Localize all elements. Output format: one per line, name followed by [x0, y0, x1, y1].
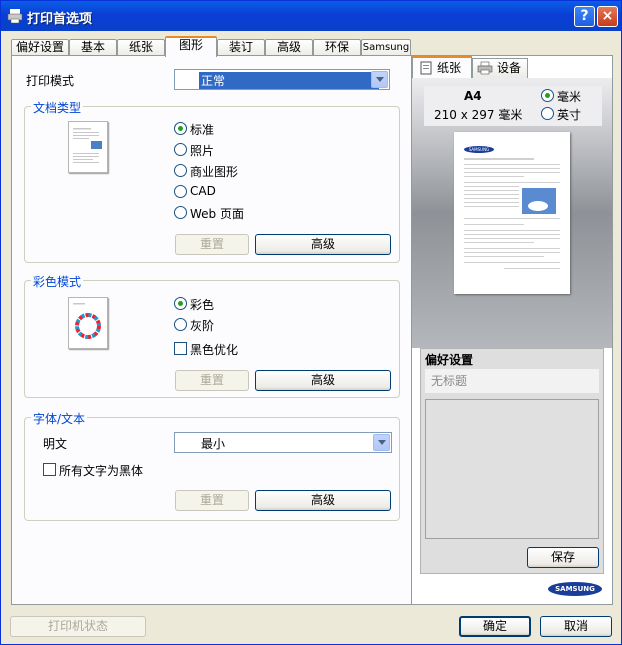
- plain-text-label: 明文: [43, 437, 68, 451]
- doc-type-cad-label: CAD: [190, 184, 216, 198]
- doc-type-standard-radio[interactable]: [174, 122, 187, 135]
- page-content-lines: [464, 158, 560, 269]
- printer-icon: [7, 9, 23, 24]
- all-text-black-checkbox[interactable]: [43, 463, 56, 476]
- paper-size: A4: [464, 89, 482, 103]
- color-mode-grayscale-label: 灰阶: [190, 319, 215, 333]
- tab-paper[interactable]: 纸张: [117, 39, 165, 56]
- page-brand-logo: SAMSUNG: [464, 146, 494, 153]
- doc-type-business-graphics-label: 商业图形: [190, 165, 239, 179]
- paper-icon: [420, 61, 432, 75]
- all-text-black-label: 所有文字为黑体: [59, 464, 144, 478]
- tab-preferences[interactable]: 偏好设置: [11, 39, 69, 56]
- black-optimization-label: 黑色优化: [190, 343, 239, 357]
- doc-type-group: 文档类型 标准 照片 商业图形 CAD Web 页面 重置 高级: [24, 99, 400, 263]
- doc-type-photo-radio[interactable]: [174, 143, 187, 156]
- paper-info-box: A4 210 x 297 毫米 毫米 英寸: [424, 86, 602, 126]
- unit-inch-radio[interactable]: [541, 107, 554, 120]
- title-bar[interactable]: 打印首选项 ? ×: [1, 1, 621, 31]
- cancel-button[interactable]: 取消: [540, 616, 612, 637]
- font-reset-button[interactable]: 重置: [175, 490, 249, 511]
- color-mode-reset-button[interactable]: 重置: [175, 370, 249, 391]
- doc-type-reset-button[interactable]: 重置: [175, 234, 249, 255]
- save-favorite-button[interactable]: 保存: [527, 547, 599, 568]
- printer-status-button[interactable]: 打印机状态: [10, 616, 146, 637]
- tab-preview-paper[interactable]: 纸张: [412, 56, 472, 78]
- samsung-logo: SAMSUNG: [548, 582, 602, 596]
- print-mode-select[interactable]: 正常: [174, 69, 390, 90]
- plain-text-value: 最小: [201, 437, 226, 451]
- printer-icon: [477, 61, 493, 75]
- doc-type-advanced-button[interactable]: 高级: [255, 234, 391, 255]
- font-advanced-button[interactable]: 高级: [255, 490, 391, 511]
- color-mode-advanced-button[interactable]: 高级: [255, 370, 391, 391]
- page-preview: SAMSUNG: [454, 132, 570, 294]
- paper-dimensions: 210 x 297 毫米: [434, 108, 523, 122]
- tab-eco[interactable]: 环保: [313, 39, 361, 56]
- graphics-panel: 打印模式 正常 文档类型 标准 照片 商业图形 CAD Web 页面 重置 高级: [11, 55, 412, 605]
- tab-samsung[interactable]: Samsung: [361, 39, 411, 56]
- chevron-down-icon[interactable]: [371, 71, 388, 88]
- unit-mm-radio[interactable]: [541, 89, 554, 102]
- document-thumbnail-icon: [68, 121, 108, 173]
- print-preferences-window: 打印首选项 ? × 偏好设置 基本 纸张 图形 装订 高级 环保 Samsung…: [0, 0, 622, 645]
- preview-panel: 纸张 设备 A4 210 x 297 毫米 毫米 英寸 SAMSUNG 偏好设置…: [411, 55, 613, 605]
- window-title: 打印首选项: [27, 12, 93, 27]
- favorites-list[interactable]: [425, 399, 599, 539]
- color-mode-title: 彩色模式: [31, 273, 84, 290]
- doc-type-standard-label: 标准: [190, 123, 215, 137]
- color-mode-color-label: 彩色: [190, 298, 215, 312]
- footer-separator: [1, 607, 621, 608]
- black-optimization-checkbox[interactable]: [174, 342, 187, 355]
- favorites-title: 偏好设置: [425, 353, 474, 367]
- font-text-title: 字体/文本: [31, 410, 88, 427]
- ok-button[interactable]: 确定: [459, 616, 531, 637]
- tab-preview-paper-label: 纸张: [437, 61, 462, 75]
- doc-type-cad-radio[interactable]: [174, 185, 187, 198]
- font-text-group: 字体/文本 明文 最小 所有文字为黑体 重置 高级: [24, 410, 400, 521]
- tab-preview-device-label: 设备: [497, 61, 522, 75]
- print-mode-label: 打印模式: [26, 74, 75, 88]
- doc-type-web-radio[interactable]: [174, 206, 187, 219]
- color-mode-grayscale-radio[interactable]: [174, 318, 187, 331]
- tab-advanced[interactable]: 高级: [265, 39, 313, 56]
- favorites-section: 偏好设置 无标题 保存: [420, 348, 604, 574]
- tab-graphics[interactable]: 图形: [165, 36, 217, 57]
- unit-mm-label: 毫米: [557, 90, 582, 104]
- help-button[interactable]: ?: [574, 6, 595, 27]
- doc-type-web-label: Web 页面: [190, 207, 244, 221]
- tab-preview-device[interactable]: 设备: [472, 58, 528, 78]
- color-wheel-thumbnail-icon: [68, 297, 108, 349]
- color-mode-group: 彩色模式 彩色 灰阶 黑色优化 重置 高级: [24, 273, 400, 398]
- plain-text-select[interactable]: 最小: [174, 432, 392, 453]
- print-mode-value: 正常: [199, 72, 379, 89]
- tab-binding[interactable]: 装订: [217, 39, 265, 56]
- color-mode-color-radio[interactable]: [174, 297, 187, 310]
- unit-inch-label: 英寸: [557, 108, 582, 122]
- close-button[interactable]: ×: [597, 6, 618, 27]
- tab-basic[interactable]: 基本: [69, 39, 117, 56]
- doc-type-title: 文档类型: [31, 99, 84, 116]
- chevron-down-icon[interactable]: [373, 434, 390, 451]
- doc-type-business-graphics-radio[interactable]: [174, 164, 187, 177]
- page-preview-area: A4 210 x 297 毫米 毫米 英寸 SAMSUNG: [412, 78, 612, 348]
- doc-type-photo-label: 照片: [190, 144, 215, 158]
- favorite-name-input[interactable]: 无标题: [425, 369, 599, 393]
